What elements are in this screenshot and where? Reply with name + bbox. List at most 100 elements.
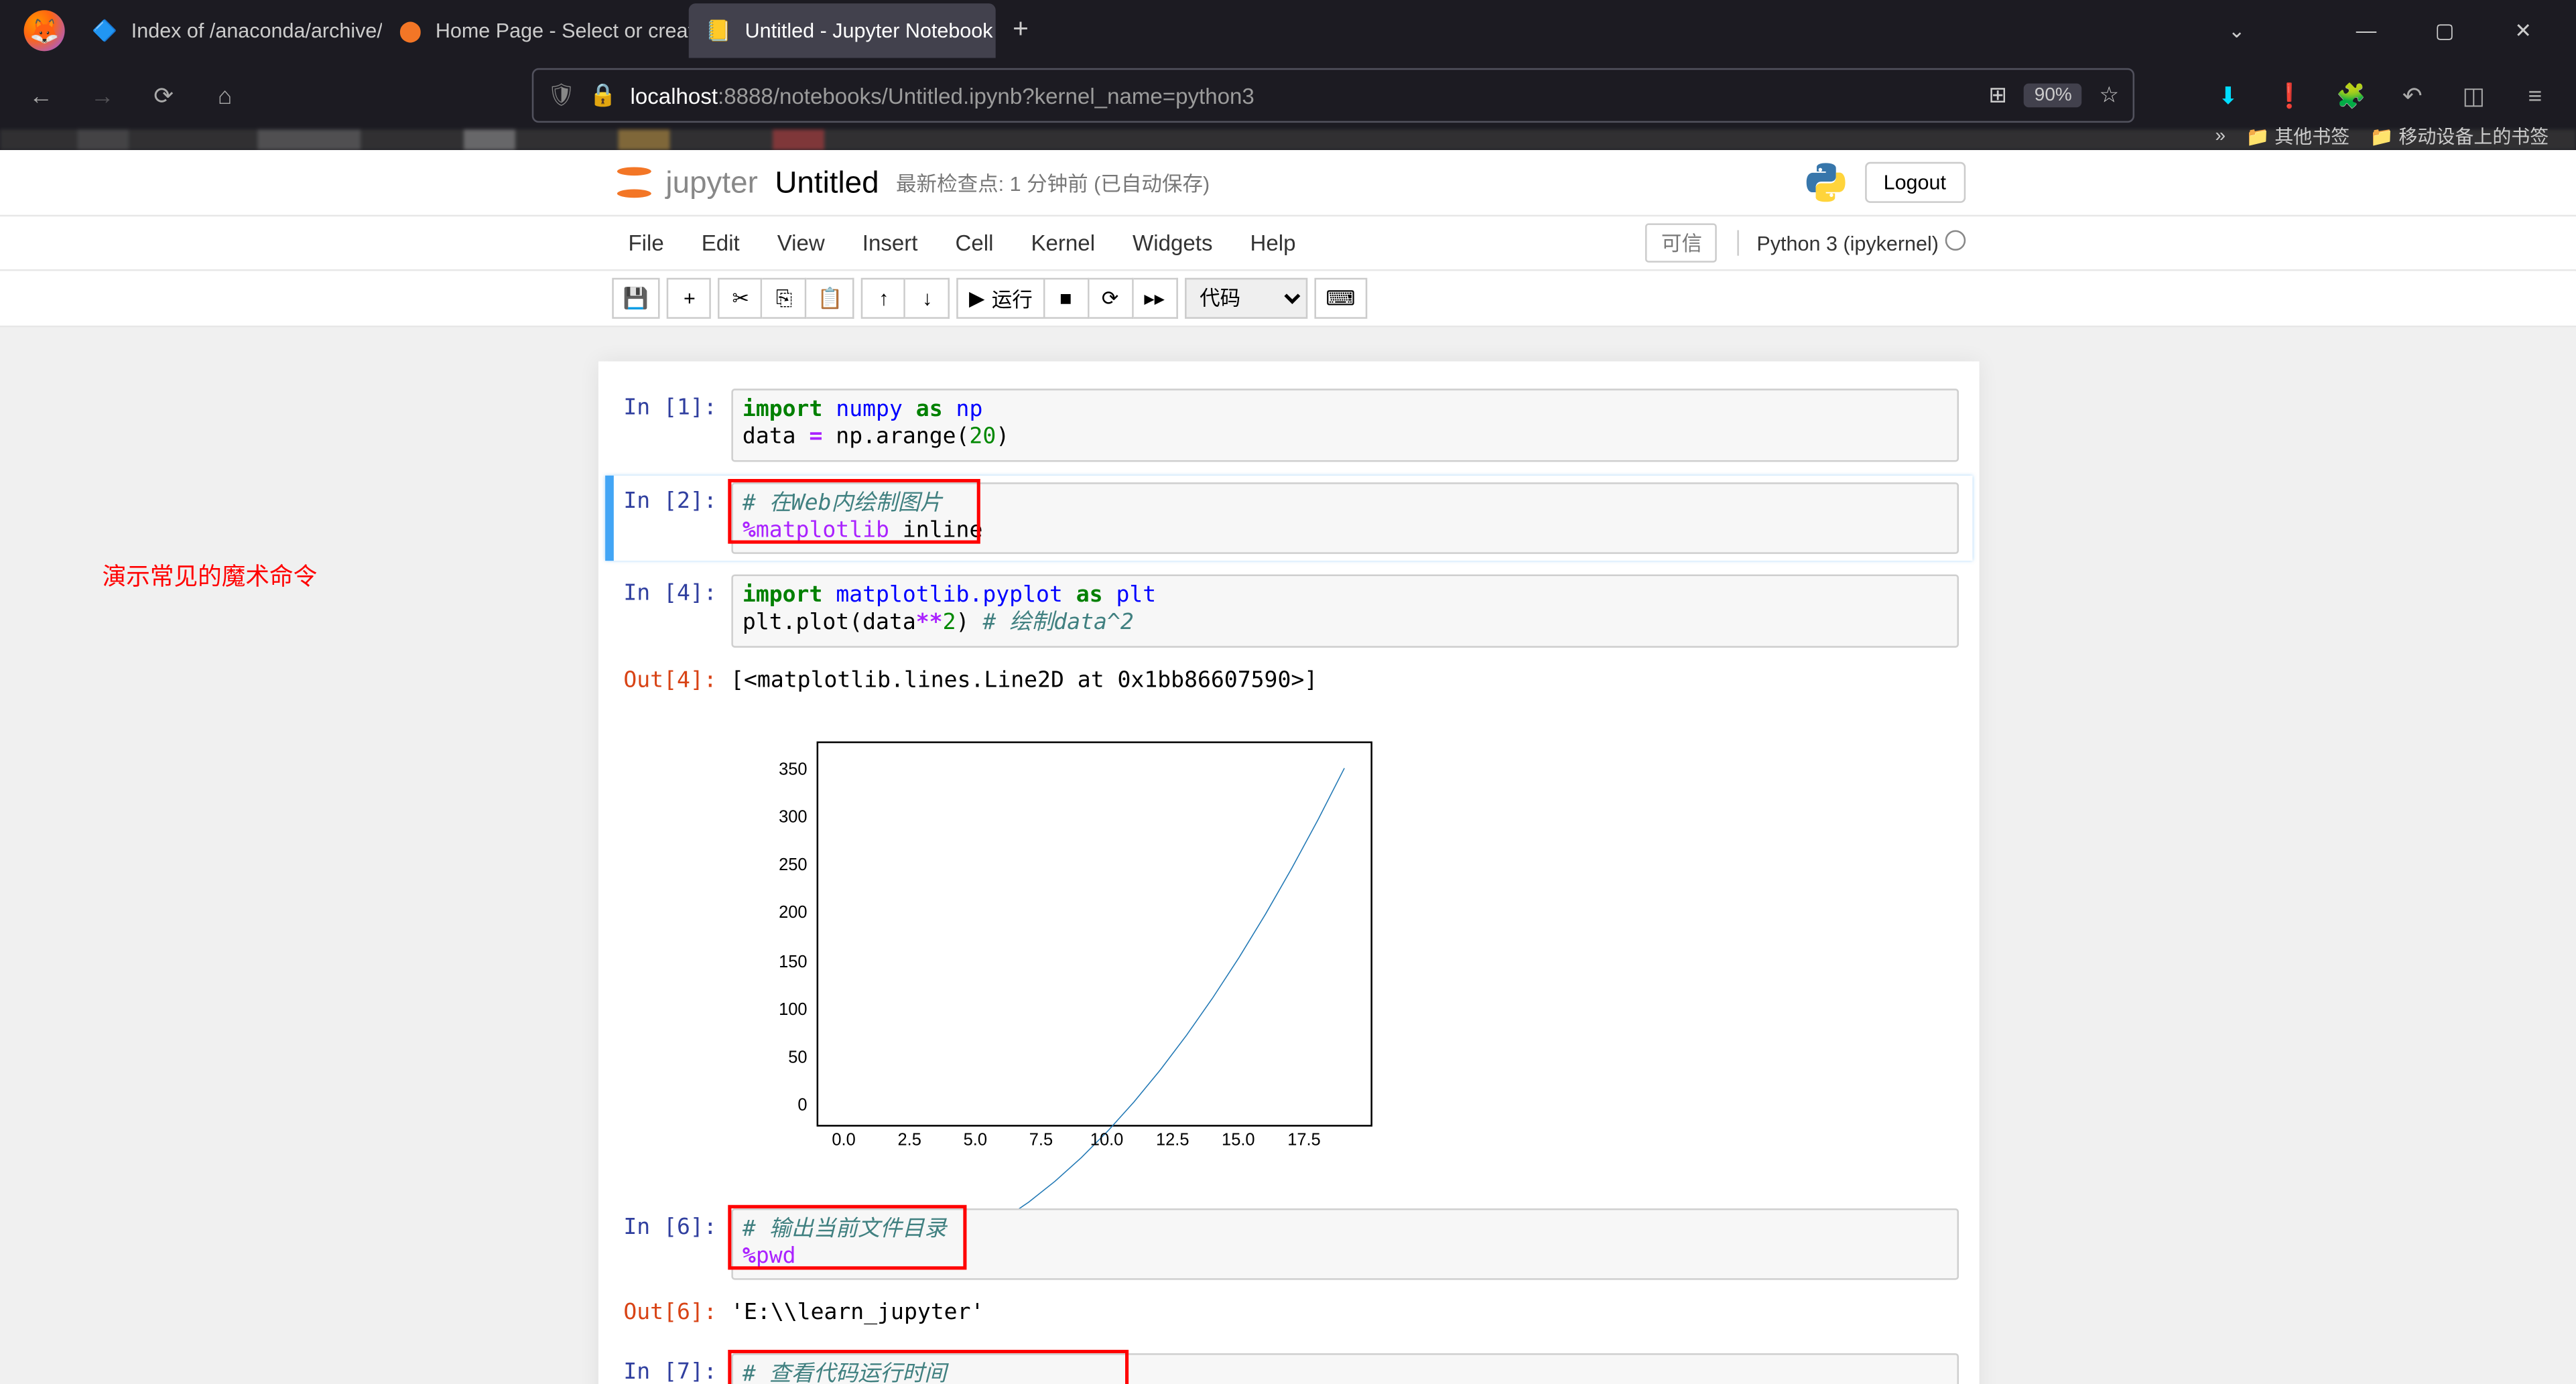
sidebar-icon[interactable]: ◫ bbox=[2447, 68, 2501, 123]
notebook-name[interactable]: Untitled bbox=[775, 164, 879, 200]
code-input[interactable]: import matplotlib.pyplot as plt plt.plot… bbox=[730, 574, 1958, 646]
python-logo-icon bbox=[1803, 160, 1848, 204]
run-button[interactable]: ▶ 运行 bbox=[957, 278, 1044, 319]
download-icon[interactable]: ⬇ bbox=[2201, 68, 2255, 123]
tab-title: Untitled - Jupyter Notebook bbox=[745, 19, 993, 43]
restart-button[interactable]: ⟳ bbox=[1089, 278, 1133, 319]
output-text: 'E:\\learn_jupyter' bbox=[730, 1294, 1958, 1333]
jupyter-header: jupyter Untitled 最新检查点: 1 分钟前 (已自动保存) Lo… bbox=[0, 150, 2576, 215]
code-input[interactable]: # 在Web内绘制图片 %matplotlib inline bbox=[730, 482, 1958, 554]
home-button[interactable]: ⌂ bbox=[198, 68, 252, 123]
jupyter-logo[interactable]: jupyter bbox=[611, 160, 758, 204]
interrupt-button[interactable]: ■ bbox=[1045, 278, 1089, 319]
output-prompt: Out[4]: bbox=[604, 661, 730, 700]
input-prompt: In [2]: bbox=[613, 482, 731, 554]
trusted-indicator[interactable]: 可信 bbox=[1646, 223, 1718, 263]
external-annotation: 演示常见的魔术命令 bbox=[103, 559, 318, 593]
tab-title: Home Page - Select or create bbox=[436, 19, 689, 43]
tab-anaconda[interactable]: 🔷 Index of /anaconda/archive/ × bbox=[75, 3, 382, 58]
close-window-button[interactable]: ✕ bbox=[2484, 3, 2563, 58]
overflow-icon[interactable]: » bbox=[2215, 126, 2226, 147]
copy-button[interactable]: ⎘ bbox=[763, 278, 807, 319]
code-cell[interactable]: In [6]: # 输出当前文件目录 %pwd bbox=[604, 1200, 1972, 1286]
jupyter-brand: jupyter bbox=[665, 164, 757, 200]
code-cell[interactable]: In [7]: # 查看代码运行时间 %timeit [x**3 for x i… bbox=[604, 1346, 1972, 1384]
tab-title: Index of /anaconda/archive/ bbox=[131, 19, 382, 43]
browser-chrome: 🦊 🔷 Index of /anaconda/archive/ × ⬤ Home… bbox=[0, 0, 2576, 150]
bookmarks-bar: » 📁 其他书签 📁 移动设备上的书签 bbox=[2201, 123, 2562, 150]
tab-bar: 🦊 🔷 Index of /anaconda/archive/ × ⬤ Home… bbox=[0, 0, 2576, 62]
input-prompt: In [1]: bbox=[604, 389, 730, 461]
code-input[interactable]: import numpy as np data = np.arange(20) bbox=[730, 389, 1958, 461]
code-input[interactable]: # 输出当前文件目录 %pwd bbox=[730, 1207, 1958, 1279]
menu-view[interactable]: View bbox=[760, 223, 842, 263]
code-cell-selected[interactable]: In [2]: # 在Web内绘制图片 %matplotlib inline bbox=[604, 475, 1972, 561]
bookmarks-strip bbox=[0, 129, 2576, 150]
extensions-icon[interactable]: 🧩 bbox=[2323, 68, 2378, 123]
kernel-indicator-icon bbox=[1944, 230, 1965, 251]
warning-icon[interactable]: ❗ bbox=[2262, 68, 2317, 123]
command-palette-button[interactable]: ⌨ bbox=[1314, 278, 1368, 319]
menu-cell[interactable]: Cell bbox=[938, 223, 1011, 263]
history-icon[interactable]: ↶ bbox=[2385, 68, 2439, 123]
reload-button[interactable]: ⟳ bbox=[137, 68, 191, 123]
firefox-icon[interactable]: 🦊 bbox=[24, 10, 65, 51]
translate-icon[interactable]: ⊞ bbox=[1988, 82, 2007, 109]
paste-button[interactable]: 📋 bbox=[807, 278, 854, 319]
output-cell: Out[6]: 'E:\\learn_jupyter' bbox=[604, 1294, 1972, 1340]
output-cell: 0501001502002503003500.02.55.07.510.012.… bbox=[604, 713, 1972, 1194]
output-text: [<matplotlib.lines.Line2D at 0x1bb866075… bbox=[730, 661, 1958, 700]
lock-icon: 🔒 bbox=[589, 82, 617, 109]
output-prompt: Out[6]: bbox=[604, 1294, 730, 1333]
jupyter-mark-icon bbox=[611, 160, 655, 204]
input-prompt: In [7]: bbox=[604, 1353, 730, 1384]
save-button[interactable]: 💾 bbox=[611, 278, 661, 319]
forward-button[interactable]: → bbox=[75, 68, 129, 123]
favicon-icon: ⬤ bbox=[399, 17, 422, 44]
kernel-name[interactable]: Python 3 (ipykernel) bbox=[1756, 232, 1938, 256]
page-content: 演示常见的魔术命令 jupyter Untitled 最新检查点: 1 分钟前 … bbox=[0, 150, 2576, 1384]
tab-notebook[interactable]: 📒 Untitled - Jupyter Notebook × bbox=[689, 3, 996, 58]
chevron-down-icon[interactable]: ⌄ bbox=[2197, 3, 2276, 58]
menu-help[interactable]: Help bbox=[1233, 223, 1313, 263]
output-cell: Out[4]: [<matplotlib.lines.Line2D at 0x1… bbox=[604, 661, 1972, 707]
menu-widgets[interactable]: Widgets bbox=[1116, 223, 1230, 263]
code-input[interactable]: # 查看代码运行时间 %timeit [x**3 for x in range(… bbox=[730, 1353, 1958, 1384]
matplotlib-plot: 0501001502002503003500.02.55.07.510.012.… bbox=[730, 723, 1392, 1177]
restart-run-all-button[interactable]: ▸▸ bbox=[1133, 278, 1177, 319]
checkpoint-status: 最新检查点: 1 分钟前 (已自动保存) bbox=[896, 168, 1210, 197]
code-cell[interactable]: In [1]: import numpy as np data = np.ara… bbox=[604, 382, 1972, 468]
menu-kernel[interactable]: Kernel bbox=[1014, 223, 1112, 263]
bookmarks-folder[interactable]: 📁 其他书签 bbox=[2246, 123, 2350, 150]
toolbar: 💾 + ✂ ⎘ 📋 ↑ ↓ ▶ 运行 ■ ⟳ ▸▸ 代码 ⌨ bbox=[598, 271, 1979, 325]
logout-button[interactable]: Logout bbox=[1865, 162, 1965, 203]
shield-icon: 🛡 bbox=[548, 82, 576, 109]
favicon-icon: 📒 bbox=[706, 17, 731, 44]
new-tab-button[interactable]: + bbox=[996, 15, 1046, 46]
cell-type-select[interactable]: 代码 bbox=[1184, 278, 1307, 319]
url-text: localhost:8888/notebooks/Untitled.ipynb?… bbox=[631, 82, 1975, 108]
maximize-button[interactable]: ▢ bbox=[2406, 3, 2484, 58]
cut-button[interactable]: ✂ bbox=[718, 278, 763, 319]
menu-insert[interactable]: Insert bbox=[845, 223, 935, 263]
back-button[interactable]: ← bbox=[13, 68, 68, 123]
move-down-button[interactable]: ↓ bbox=[906, 278, 950, 319]
notebook: In [1]: import numpy as np data = np.ara… bbox=[598, 361, 1979, 1383]
move-up-button[interactable]: ↑ bbox=[862, 278, 906, 319]
bookmarks-folder[interactable]: 📁 移动设备上的书签 bbox=[2370, 123, 2549, 150]
menu-file[interactable]: File bbox=[611, 223, 681, 263]
input-prompt: In [4]: bbox=[604, 574, 730, 646]
tab-homepage[interactable]: ⬤ Home Page - Select or create × bbox=[382, 3, 689, 58]
address-bar: ← → ⟳ ⌂ 🛡 🔒 localhost:8888/notebooks/Unt… bbox=[0, 62, 2576, 130]
menubar: File Edit View Insert Cell Kernel Widget… bbox=[598, 216, 1979, 269]
minimize-button[interactable]: — bbox=[2327, 3, 2406, 58]
menu-edit[interactable]: Edit bbox=[684, 223, 757, 263]
menu-icon[interactable]: ≡ bbox=[2508, 68, 2562, 123]
zoom-badge[interactable]: 90% bbox=[2024, 84, 2083, 108]
favicon-icon: 🔷 bbox=[92, 17, 117, 44]
bookmark-star-icon[interactable]: ☆ bbox=[2100, 82, 2120, 109]
url-input[interactable]: 🛡 🔒 localhost:8888/notebooks/Untitled.ip… bbox=[532, 68, 2134, 123]
add-cell-button[interactable]: + bbox=[667, 278, 712, 319]
input-prompt: In [6]: bbox=[604, 1207, 730, 1279]
code-cell[interactable]: In [4]: import matplotlib.pyplot as plt … bbox=[604, 567, 1972, 653]
